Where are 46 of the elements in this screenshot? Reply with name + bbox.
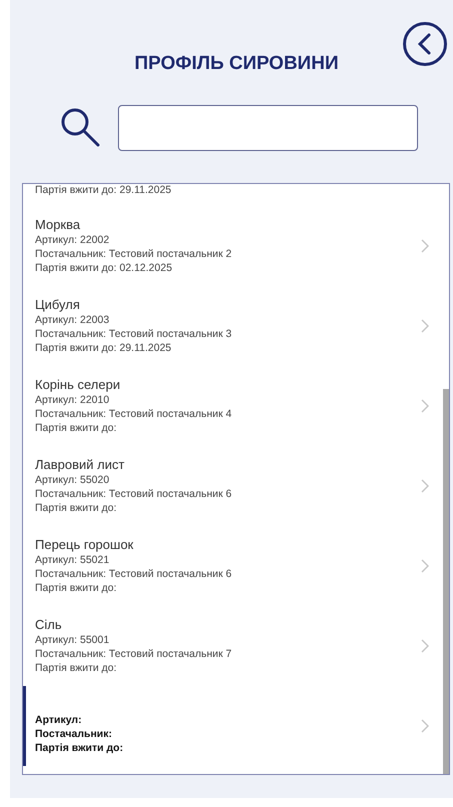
- item-name: Перець горошок: [35, 536, 134, 553]
- item-detail-text: Партія вжити до: 29.11.2025: [35, 341, 172, 355]
- item-detail-text: Артикул: 55021: [35, 553, 110, 567]
- item-detail-text: Партія вжити до:: [35, 581, 118, 595]
- item-detail-text: Артикул:: [35, 713, 83, 727]
- chevron-right-icon: [421, 638, 429, 652]
- chevron-right-icon: [421, 318, 429, 332]
- item-detail-text: Артикул: 22010: [35, 393, 110, 407]
- back-icon: [417, 33, 433, 55]
- item-detail-text: Постачальник: Тестовий постачальник 2: [35, 247, 233, 261]
- item-detail-text: Артикул: 55001: [35, 633, 110, 647]
- item-detail-text: Партія вжити до:: [35, 661, 118, 675]
- item-detail-text: Артикул: 22003: [35, 313, 110, 327]
- list-item[interactable]: Корінь селери Артикул: 22010 Постачальник: Тестовий постачальник 4 Партія вжити до:: [23, 366, 443, 446]
- chevron-right-icon: [421, 238, 429, 252]
- scrollbar-thumb[interactable]: [443, 388, 449, 774]
- item-detail-text: Партія вжити до:: [35, 741, 124, 755]
- list-item[interactable]: Перець горошок Артикул: 55021 Постачальник: Тестовий постачальник 6 Партія вжити до:: [23, 526, 443, 606]
- item-name: Морква: [35, 216, 82, 233]
- chevron-right-icon: [421, 558, 429, 572]
- item-name: Лавровий лист: [35, 456, 126, 473]
- back-button[interactable]: [403, 22, 447, 66]
- item-name: Сіль: [35, 616, 63, 633]
- item-detail-text: Партія вжити до:: [35, 421, 118, 435]
- list-item[interactable]: Морква Артикул: 22002 Постачальник: Тестовий постачальник 2 Партія вжити до: 02.12.2025: [23, 206, 443, 286]
- item-detail-text: Постачальник: Тестовий постачальник 6: [35, 567, 233, 581]
- chevron-right-icon: [421, 718, 429, 732]
- item-detail-text: Постачальник: Тестовий постачальник 6: [35, 487, 233, 501]
- list-item[interactable]: Лавровий лист Артикул: 55020 Постачальник: Тестовий постачальник 6 Партія вжити до:: [23, 446, 443, 526]
- item-detail-text: Партія вжити до: 29.11.2025: [34, 184, 172, 196]
- item-detail-text: Артикул: 55020: [35, 473, 110, 487]
- chevron-right-icon: [421, 478, 429, 492]
- item-detail-text: Постачальник: Тестовий постачальник 7: [35, 647, 233, 661]
- item-detail-text: Партія вжити до:: [35, 501, 118, 515]
- item-detail-text: Постачальник: Тестовий постачальник 4: [35, 407, 233, 421]
- item-name: Цибуля: [35, 296, 81, 313]
- item-detail-text: Артикул: 22002: [35, 233, 110, 247]
- page-title: ПРОФІЛЬ СИРОВИНИ: [134, 52, 338, 76]
- search-field[interactable]: [118, 104, 418, 150]
- item-detail-text: Партія вжити до: 02.12.2025: [35, 261, 174, 275]
- chevron-right-icon: [421, 398, 429, 412]
- item-name: Корінь селери: [35, 376, 122, 393]
- list-item[interactable]: Сіль Артикул: 55001 Постачальник: Тестовий постачальник 7 Партія вжити до:: [23, 606, 443, 686]
- item-detail-text: Постачальник:: [35, 727, 113, 741]
- list-item[interactable]: Цибуля Артикул: 22003 Постачальник: Тестовий постачальник 3 Партія вжити до: 29.11.2025: [23, 286, 443, 366]
- item-detail-text: Постачальник: Тестовий постачальник 3: [35, 327, 233, 341]
